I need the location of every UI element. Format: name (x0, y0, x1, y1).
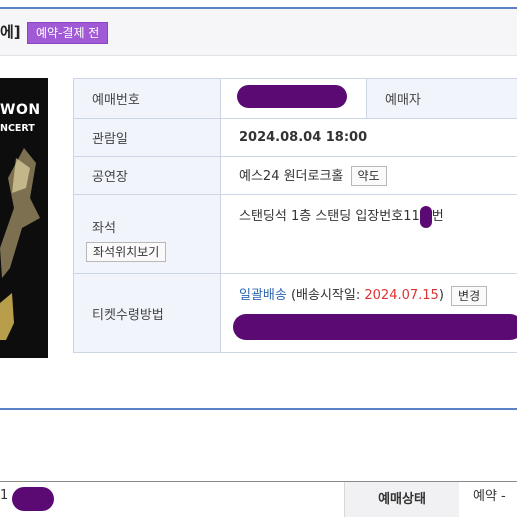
section-divider (0, 408, 517, 410)
reservation-title-fragment: 에] (0, 23, 21, 41)
booking-status-label: 예매상태 (344, 482, 459, 517)
booking-info-table: 예매번호 예매자 관람일 2024.08.04 18:00 공연장 예스24 원… (73, 78, 517, 353)
delivery-link[interactable]: 일괄배송 (239, 288, 287, 303)
seat-label-cell: 좌석 좌석위치보기 (73, 194, 221, 274)
redacted-booking-number (237, 85, 347, 108)
seat-value: 스탠딩석 1층 스탠딩 입장번호11 (239, 209, 420, 224)
delivery-start-suffix: ) (438, 288, 444, 303)
ticket-method-label: 티켓수령방법 (73, 273, 221, 353)
change-button[interactable]: 변경 (451, 285, 488, 306)
delivery-start-date: 2024.07.15 (364, 288, 439, 303)
booking-number-value (220, 78, 367, 119)
status-badge: 예약-결제 전 (27, 22, 109, 44)
venue-label: 공연장 (73, 156, 221, 195)
bottom-prefix: 1 (0, 488, 9, 503)
seat-cell: 스탠딩석 1층 스탠딩 입장번호11 번 (220, 194, 517, 274)
booking-number-label: 예매번호 (73, 78, 221, 119)
ticket-method-cell: 일괄배송 (배송시작일: 2024.07.15) 변경 (220, 273, 517, 353)
venue-cell: 예스24 원더로크홀 약도 (220, 156, 517, 195)
seat-view-button[interactable]: 좌석위치보기 (86, 241, 167, 262)
booking-status-value: 예약 - (473, 489, 506, 504)
redacted-address (233, 313, 517, 340)
venue-value: 예스24 원더로크홀 (239, 168, 344, 184)
map-button[interactable]: 약도 (350, 166, 387, 187)
redacted-seat-number (419, 205, 432, 228)
delivery-start-prefix: (배송시작일: (290, 288, 361, 303)
poster-artwork (0, 148, 40, 340)
concert-poster: WON NCERT (0, 78, 48, 358)
date-value: 2024.08.04 18:00 (220, 118, 517, 157)
booker-label: 예매자 (366, 78, 517, 119)
seat-label: 좌석 (92, 220, 116, 236)
redacted-bottom-value (12, 487, 54, 511)
seat-suffix: 번 (431, 209, 444, 224)
date-label: 관람일 (73, 118, 221, 157)
